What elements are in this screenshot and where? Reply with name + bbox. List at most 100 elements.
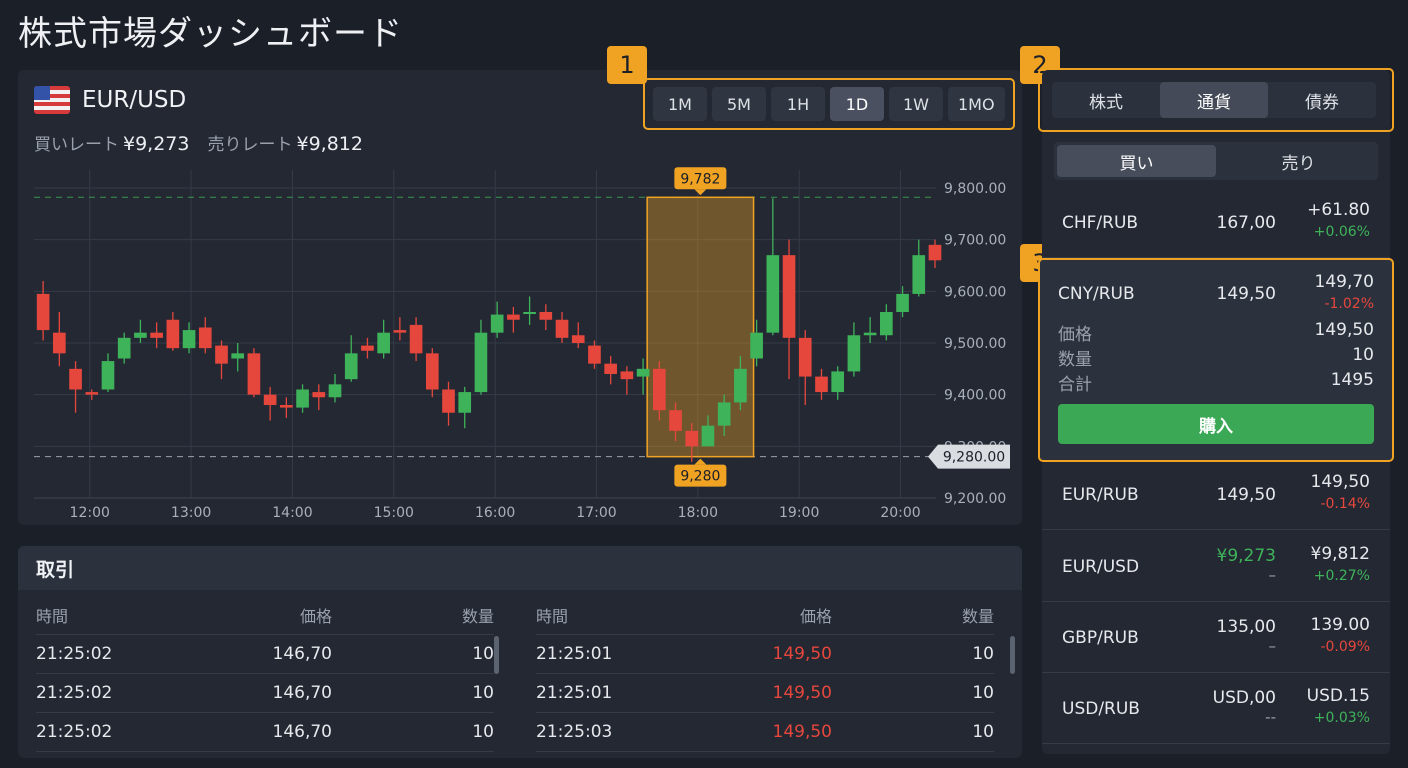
- candle-body: [507, 314, 520, 320]
- trades-header-row: 時間 価格 数量: [36, 596, 494, 635]
- candle-body: [166, 319, 180, 349]
- order-right: 149,70 -1.02%: [1315, 272, 1374, 312]
- category-selector: 株式 通貨 債券: [1038, 68, 1394, 132]
- timeframe-button-5m[interactable]: 5M: [712, 87, 766, 121]
- x-tick-label: 16:00: [475, 505, 515, 521]
- candle-body: [442, 389, 455, 413]
- order-price-value[interactable]: 149,50: [1315, 320, 1374, 345]
- current-price-label: 9,280.00: [943, 450, 1005, 466]
- quote-right: 139.00 -0.09%: [1311, 615, 1370, 655]
- y-tick-label: 9,600.00: [944, 284, 1006, 300]
- order-mid-price: 149,50: [1216, 284, 1276, 304]
- buy-side-tab[interactable]: 買い: [1057, 145, 1216, 177]
- candle-body: [215, 345, 228, 364]
- candle-body: [377, 332, 390, 354]
- page-title: 株式市場ダッシュボード: [18, 14, 403, 54]
- trade-qty: 10: [472, 644, 494, 664]
- quote-mid: 135,00–: [1217, 617, 1276, 655]
- candle-body: [669, 410, 682, 431]
- candle-body: [652, 368, 666, 411]
- timeframe-button-1mo[interactable]: 1MO: [948, 87, 1005, 121]
- trade-price: 149,50: [772, 683, 832, 703]
- trade-qty: 10: [972, 722, 994, 742]
- buy-button[interactable]: 購入: [1058, 404, 1374, 444]
- y-tick-label: 9,400.00: [944, 388, 1006, 404]
- candle-body: [604, 363, 617, 374]
- order-price-line: 価格 149,50: [1058, 320, 1374, 345]
- table-row: 21:25:01 149,50 10: [536, 674, 994, 713]
- quote-pair: EUR/RUB: [1062, 485, 1139, 505]
- quote-pair: EUR/USD: [1062, 557, 1140, 577]
- quote-mid-value: 135,00: [1216, 617, 1276, 637]
- category-tabs: 株式 通貨 債券: [1052, 82, 1376, 118]
- x-tick-label: 20:00: [880, 505, 920, 521]
- candle-body: [798, 337, 812, 377]
- category-tab-0[interactable]: 株式: [1052, 82, 1160, 118]
- trades-right-scrollbar[interactable]: [1010, 636, 1015, 674]
- order-pair: CNY/RUB: [1058, 284, 1135, 304]
- timeframe-button-1h[interactable]: 1H: [771, 87, 825, 121]
- candle-body: [912, 255, 926, 294]
- highlight-high-label-pointer: [694, 189, 707, 196]
- sell-rate-value: ¥9,812: [296, 133, 363, 155]
- quote-row[interactable]: EUR/RUB 149,50 149,50 -0.14%: [1042, 460, 1390, 530]
- candle-body: [344, 353, 358, 380]
- candle-body: [328, 384, 342, 398]
- quote-row[interactable]: GBP/RUB 135,00– 139.00 -0.09%: [1042, 603, 1390, 673]
- category-tab-1[interactable]: 通貨: [1160, 82, 1268, 118]
- candle-body: [782, 255, 796, 338]
- trade-price: 149,50: [772, 722, 832, 742]
- candle-body: [263, 394, 277, 405]
- quote-change: +0.06%: [1313, 224, 1370, 240]
- quote-row[interactable]: EUR/USD ¥9,273– ¥9,812 +0.27%: [1042, 532, 1390, 602]
- order-card: CNY/RUB 149,50 149,70 -1.02% 価格 149,50 数…: [1038, 258, 1394, 462]
- x-tick-label: 19:00: [779, 505, 819, 521]
- quote-mid-sub: –: [1268, 637, 1277, 655]
- quote-right-price: 149,50: [1310, 472, 1370, 492]
- y-tick-label: 9,800.00: [944, 181, 1006, 197]
- quote-pair: GBP/RUB: [1062, 628, 1139, 648]
- header-qty: 数量: [461, 607, 494, 626]
- trade-price: 146,70: [272, 644, 332, 664]
- header-qty: 数量: [961, 607, 994, 626]
- trade-price: 146,70: [272, 683, 332, 703]
- order-qty-label: 数量: [1058, 350, 1092, 370]
- sell-rate-label: 売りレート: [207, 135, 293, 155]
- quote-right-price: 139.00: [1310, 615, 1370, 635]
- trades-left-scrollbar[interactable]: [494, 636, 499, 674]
- order-price-label: 価格: [1058, 325, 1092, 345]
- candle-body: [928, 244, 942, 261]
- x-tick-label: 14:00: [272, 505, 312, 521]
- sell-side-tab[interactable]: 売り: [1219, 142, 1378, 180]
- quote-right-price: USD.15: [1306, 686, 1370, 706]
- candle-body: [847, 335, 861, 372]
- trade-time: 21:25:02: [36, 722, 113, 742]
- header-time: 時間: [36, 607, 69, 626]
- quote-right: USD.15 +0.03%: [1307, 686, 1370, 726]
- highlight-low-label: 9,280: [680, 469, 720, 485]
- trade-time: 21:25:01: [536, 683, 613, 703]
- quote-row[interactable]: USD/RUB USD,00 -- USD.15 +0.03%: [1042, 674, 1390, 744]
- timeframe-selector: 1M 5M 1H 1D 1W 1MO: [643, 78, 1015, 130]
- candle-body: [101, 361, 115, 390]
- x-tick-label: 15:00: [374, 505, 414, 521]
- timeframe-button-1d[interactable]: 1D: [830, 87, 884, 121]
- order-total-line: 合計 1495: [1058, 370, 1374, 395]
- candle-body: [134, 332, 147, 338]
- table-row: 21:25:02 146,70 10: [36, 674, 494, 713]
- candle-body: [36, 293, 50, 331]
- timeframe-button-1w[interactable]: 1W: [889, 87, 943, 121]
- candle-body: [409, 324, 423, 354]
- category-tab-2[interactable]: 債券: [1268, 82, 1376, 118]
- quote-row[interactable]: CHF/RUB 167,00 +61.80 +0.06%: [1042, 188, 1390, 258]
- candle-body: [474, 332, 488, 393]
- buy-rate-value: ¥9,273: [123, 133, 190, 155]
- order-qty-value[interactable]: 10: [1352, 345, 1374, 370]
- quote-right-price: ¥9,812: [1310, 544, 1370, 564]
- candle-body: [182, 330, 196, 349]
- side-tabs: 買い 売り: [1054, 142, 1378, 180]
- candle-body: [896, 293, 909, 312]
- y-tick-label: 9,500.00: [944, 336, 1006, 352]
- timeframe-button-1m[interactable]: 1M: [653, 87, 707, 121]
- candle-body: [296, 389, 309, 408]
